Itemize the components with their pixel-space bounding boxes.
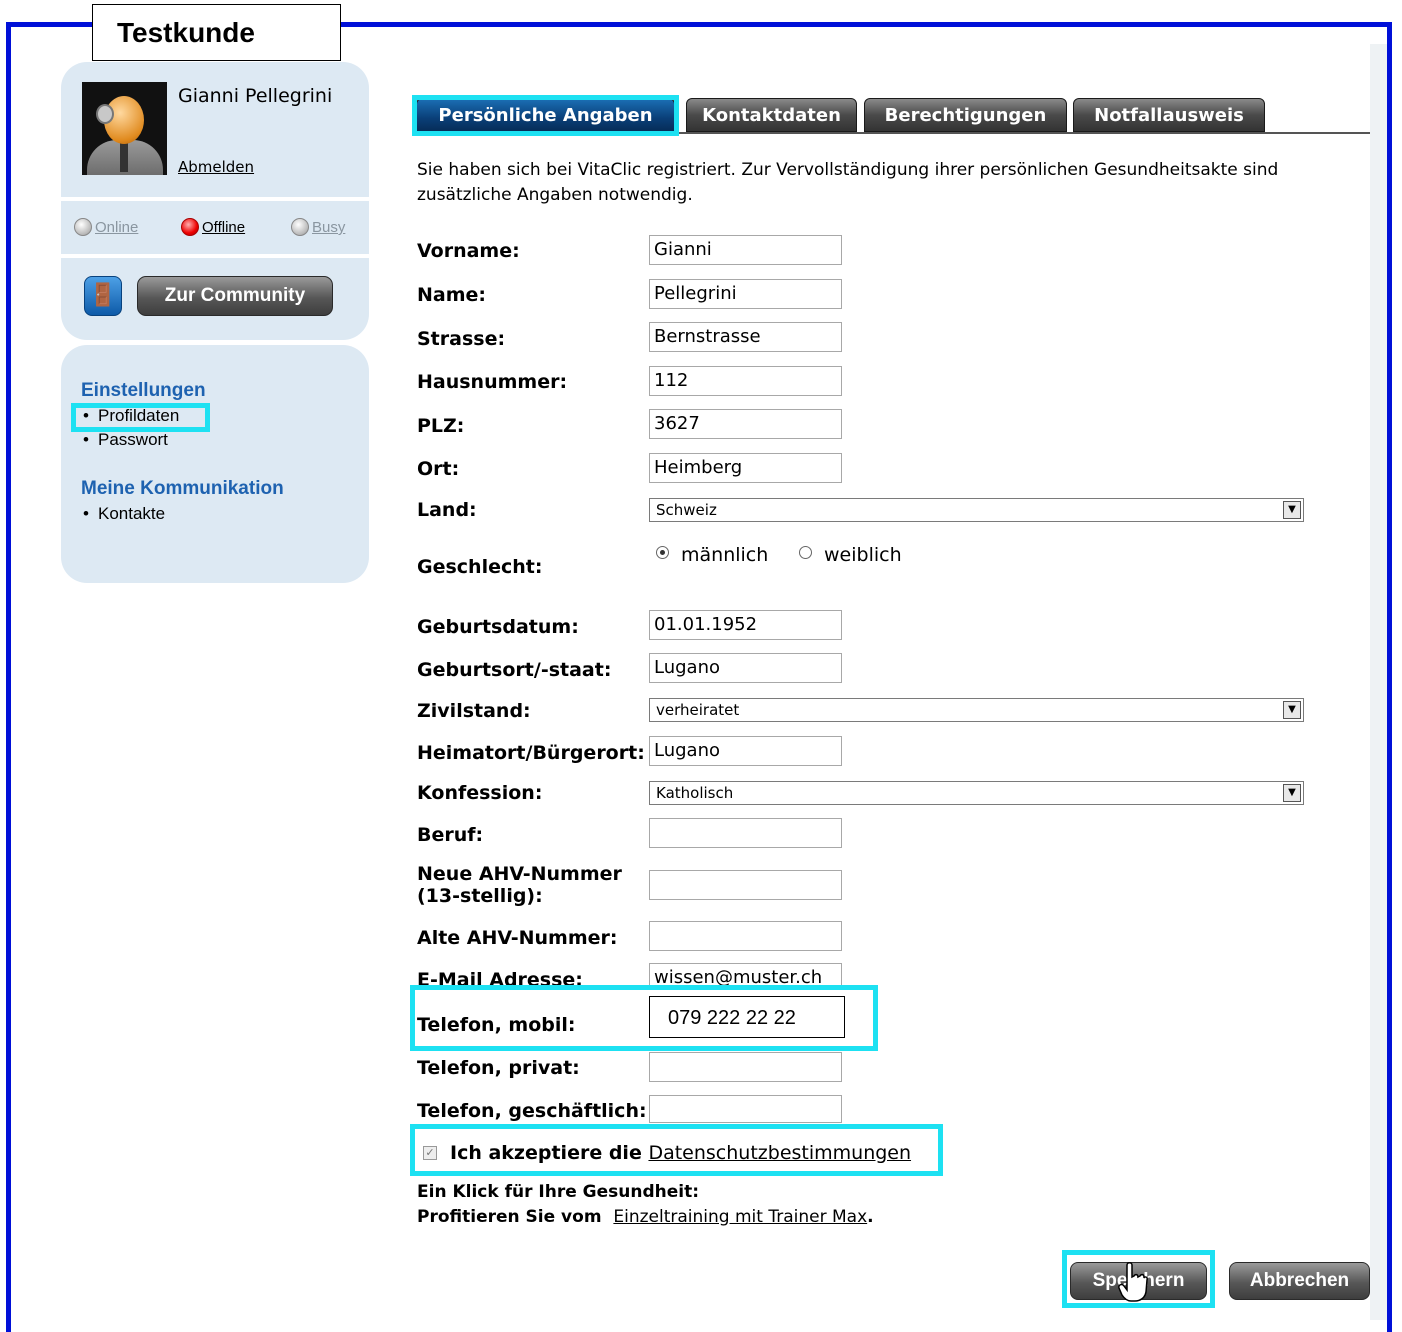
label-geburtsdatum: Geburtsdatum: xyxy=(417,616,579,638)
tab-berechtigungen[interactable]: Berechtigungen xyxy=(864,98,1067,132)
avatar xyxy=(82,82,167,175)
radio-maennlich[interactable]: männlich xyxy=(656,544,768,566)
select-konfession[interactable]: Katholisch ▼ xyxy=(649,781,1304,805)
promo-link[interactable]: Einzeltraining mit Trainer Max xyxy=(613,1207,867,1227)
label-plz: PLZ: xyxy=(417,415,465,437)
select-land[interactable]: Schweiz ▼ xyxy=(649,498,1304,522)
door-exit-icon[interactable]: 🚪 xyxy=(84,276,122,316)
highlight-profildaten xyxy=(71,403,210,432)
status-grey-icon xyxy=(291,218,309,236)
input-ahv-alt[interactable] xyxy=(649,921,842,951)
input-beruf[interactable] xyxy=(649,818,842,848)
intro-text: Sie haben sich bei VitaClic registriert.… xyxy=(417,160,1279,205)
radio-unchecked-icon xyxy=(799,546,812,559)
label-konfession: Konfession: xyxy=(417,782,543,804)
label-strasse: Strasse: xyxy=(417,328,506,350)
menu-item-passwort[interactable]: • Passwort xyxy=(83,430,168,450)
label-geschlecht: Geschlecht: xyxy=(417,556,543,578)
select-zivilstand[interactable]: verheiratet ▼ xyxy=(649,698,1304,722)
status-red-icon xyxy=(181,218,199,236)
label-zivilstand: Zivilstand: xyxy=(417,700,531,722)
highlight-privacy xyxy=(410,1124,943,1176)
cancel-button[interactable]: Abbrechen xyxy=(1229,1262,1370,1300)
label-geburtsort: Geburtsort/-staat: xyxy=(417,659,612,681)
dropdown-arrow-icon[interactable]: ▼ xyxy=(1283,701,1301,719)
input-privat[interactable] xyxy=(649,1052,842,1082)
hand-cursor-icon xyxy=(1118,1262,1148,1302)
radio-weiblich[interactable]: weiblich xyxy=(799,544,902,566)
input-geschaeftlich[interactable] xyxy=(649,1095,842,1123)
community-button[interactable]: Zur Community xyxy=(137,276,333,316)
status-grey-icon xyxy=(74,218,92,236)
input-heimatort[interactable]: Lugano xyxy=(649,736,842,766)
logout-link[interactable]: Abmelden xyxy=(178,158,254,176)
tab-kontaktdaten[interactable]: Kontaktdaten xyxy=(686,98,857,132)
status-online[interactable]: Online xyxy=(74,218,138,236)
input-geburtsdatum[interactable]: 01.01.1952 xyxy=(649,610,842,640)
label-ort: Ort: xyxy=(417,458,460,480)
dropdown-arrow-icon[interactable]: ▼ xyxy=(1283,784,1301,802)
dropdown-arrow-icon[interactable]: ▼ xyxy=(1283,501,1301,519)
tab-notfallausweis[interactable]: Notfallausweis xyxy=(1073,98,1265,132)
label-name: Name: xyxy=(417,284,487,306)
user-name: Gianni Pellegrini xyxy=(178,85,333,107)
menu-item-kontakte[interactable]: • Kontakte xyxy=(83,504,165,524)
customer-label: Testkunde xyxy=(92,4,341,61)
label-ahv-neu: Neue AHV-Nummer (13-stellig): xyxy=(417,863,622,907)
label-hausnummer: Hausnummer: xyxy=(417,371,568,393)
promo-line-2: Profitieren Sie vom Einzeltraining mit T… xyxy=(417,1207,874,1227)
input-strasse[interactable]: Bernstrasse xyxy=(649,322,842,352)
label-ahv-alt: Alte AHV-Nummer: xyxy=(417,927,618,949)
panel-divider xyxy=(61,254,369,258)
input-geburtsort[interactable]: Lugano xyxy=(649,653,842,683)
label-vorname: Vorname: xyxy=(417,240,520,262)
input-ahv-neu[interactable] xyxy=(649,870,842,900)
input-plz[interactable]: 3627 xyxy=(649,409,842,439)
input-name[interactable]: Pellegrini xyxy=(649,279,842,309)
input-vorname[interactable]: Gianni xyxy=(649,235,842,265)
label-beruf: Beruf: xyxy=(417,824,484,846)
status-offline[interactable]: Offline xyxy=(181,218,245,236)
radio-checked-icon xyxy=(656,546,669,559)
promo-line-1: Ein Klick für Ihre Gesundheit: xyxy=(417,1182,700,1202)
input-hausnummer[interactable]: 112 xyxy=(649,366,842,396)
label-geschaeftlich: Telefon, geschäftlich: xyxy=(417,1100,647,1122)
highlight-active-tab xyxy=(412,95,679,136)
menu-heading-communication: Meine Kommunikation xyxy=(81,478,284,499)
input-ort[interactable]: Heimberg xyxy=(649,453,842,483)
label-heimatort: Heimatort/Bürgerort: xyxy=(417,742,645,764)
status-busy[interactable]: Busy xyxy=(291,218,345,236)
label-privat: Telefon, privat: xyxy=(417,1057,580,1079)
menu-heading-settings: Einstellungen xyxy=(81,380,206,401)
label-land: Land: xyxy=(417,499,477,521)
highlight-mobile xyxy=(410,985,878,1051)
panel-divider xyxy=(61,197,369,201)
right-scroll-strip xyxy=(1370,44,1387,1320)
